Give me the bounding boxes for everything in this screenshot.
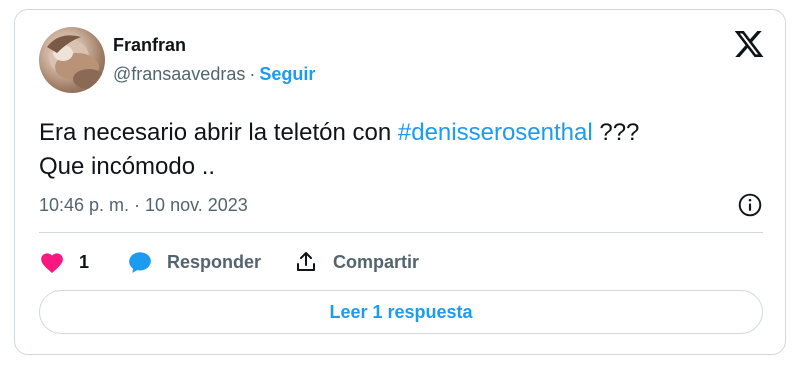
- hashtag-link[interactable]: #denisserosenthal: [398, 119, 593, 146]
- avatar[interactable]: [39, 27, 105, 93]
- user-info: Franfran @fransaavedras · Seguir: [113, 34, 315, 85]
- avatar-image: [47, 35, 105, 89]
- tweet-text-line2: Que incómodo ..: [39, 153, 216, 180]
- reply-label: Responder: [167, 251, 262, 272]
- tweet-text-end: ???: [592, 119, 640, 146]
- share-icon: [297, 252, 316, 271]
- reply-button[interactable]: Responder: [127, 250, 261, 274]
- action-bar: 1 Responder Compartir: [39, 248, 419, 276]
- separator: ·: [249, 64, 256, 84]
- like-button[interactable]: 1: [39, 250, 89, 274]
- share-button[interactable]: Compartir: [293, 250, 419, 274]
- speech-bubble-icon: [129, 252, 151, 273]
- read-replies-button[interactable]: Leer 1 respuesta: [39, 290, 763, 334]
- tweet-timestamp[interactable]: 10:46 p. m. · 10 nov. 2023: [39, 194, 248, 216]
- heart-icon: [41, 253, 63, 274]
- divider: [39, 232, 763, 233]
- user-handle[interactable]: @fransaavedras: [113, 64, 245, 84]
- info-icon[interactable]: [737, 192, 763, 218]
- tweet-text: Era necesario abrir la teletón con #deni…: [39, 116, 759, 184]
- tweet-text-start: Era necesario abrir la teletón con: [39, 119, 398, 146]
- follow-button[interactable]: Seguir: [259, 64, 315, 84]
- share-label: Compartir: [333, 251, 420, 272]
- tweet-card: Franfran @fransaavedras · Seguir Era neces…: [14, 9, 786, 355]
- like-count: 1: [79, 251, 90, 272]
- handle-line: @fransaavedras · Seguir: [113, 63, 315, 85]
- display-name[interactable]: Franfran: [113, 34, 315, 56]
- x-logo-icon[interactable]: [733, 28, 765, 60]
